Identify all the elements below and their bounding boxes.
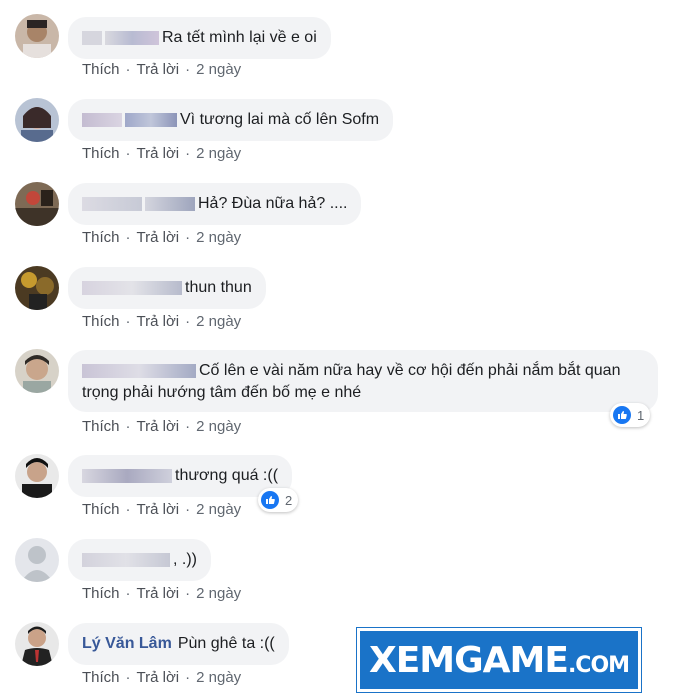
avatar[interactable]	[15, 266, 59, 310]
comment-bubble: Hả? Đùa nữa hả? ....	[68, 183, 362, 225]
comment-text: Hả? Đùa nữa hả? ....	[198, 195, 348, 212]
reply-link[interactable]: Trả lời	[137, 669, 180, 686]
reply-link[interactable]: Trả lời	[137, 61, 180, 78]
timestamp[interactable]: 2 ngày	[196, 669, 241, 686]
timestamp[interactable]: 2 ngày	[196, 585, 241, 602]
timestamp[interactable]: 2 ngày	[196, 61, 241, 78]
like-link[interactable]: Thích	[82, 229, 120, 246]
timestamp[interactable]: 2 ngày	[196, 313, 241, 330]
reply-link[interactable]: Trả lời	[137, 145, 180, 162]
timestamp[interactable]: 2 ngày	[196, 145, 241, 162]
like-link[interactable]: Thích	[82, 145, 120, 162]
avatar[interactable]	[15, 538, 59, 582]
like-link[interactable]: Thích	[82, 313, 120, 330]
comment-actions: Thích · Trả lời · 2 ngày	[82, 313, 242, 330]
timestamp[interactable]: 2 ngày	[196, 418, 241, 435]
comment-bubble: Ra tết mình lại về e oi	[68, 17, 331, 59]
comment-text: Vì tương lai mà cố lên Sofm	[180, 111, 380, 128]
comment-bubble: thun thun	[68, 267, 266, 309]
reaction-count[interactable]: 2	[258, 488, 299, 512]
comment-bubble: Cố lên e vài năm nữa hay về cơ hội đến p…	[68, 350, 658, 412]
like-link[interactable]: Thích	[82, 669, 120, 686]
avatar[interactable]	[15, 349, 59, 393]
comment-actions: Thích · Trả lời · 2 ngày	[82, 61, 242, 78]
blurred-name	[145, 196, 195, 211]
blurred-name	[82, 112, 122, 127]
timestamp[interactable]: 2 ngày	[196, 229, 241, 246]
reaction-count[interactable]: 1	[610, 403, 651, 427]
blurred-name	[82, 30, 102, 45]
commenter-name[interactable]: Lý Văn Lâm	[82, 635, 172, 652]
thumbs-up-icon	[261, 491, 279, 509]
blurred-name	[82, 552, 170, 567]
avatar[interactable]	[15, 622, 59, 666]
comment-text: Ra tết mình lại về e oi	[162, 29, 317, 46]
comment-bubble: Lý Văn Lâm Pùn ghê ta :((	[68, 623, 289, 665]
timestamp[interactable]: 2 ngày	[196, 501, 241, 518]
xemgame-logo: XEMGAME .COM	[357, 628, 641, 692]
like-link[interactable]: Thích	[82, 418, 120, 435]
like-link[interactable]: Thích	[82, 61, 120, 78]
blurred-name	[125, 112, 177, 127]
comment-actions: Thích · Trả lời · 2 ngày	[82, 669, 242, 686]
blurred-name	[82, 196, 142, 211]
comment-actions: Thích · Trả lời · 2 ngày	[82, 229, 242, 246]
avatar[interactable]	[15, 182, 59, 226]
comment-actions: Thích · Trả lời · 2 ngày	[82, 418, 242, 435]
comment-text: thun thun	[185, 279, 252, 296]
reply-link[interactable]: Trả lời	[137, 501, 180, 518]
reply-link[interactable]: Trả lời	[137, 313, 180, 330]
comment-thread: Ra tết mình lại về e oi Thích · Trả lời · 2 …	[0, 0, 700, 695]
comment-actions: Thích · Trả lời · 2 ngày	[82, 501, 242, 518]
blurred-name	[82, 280, 182, 295]
comment-bubble: thương quá :((	[68, 455, 293, 497]
reply-link[interactable]: Trả lời	[137, 229, 180, 246]
avatar[interactable]	[15, 454, 59, 498]
avatar[interactable]	[15, 98, 59, 142]
comment-actions: Thích · Trả lời · 2 ngày	[82, 145, 242, 162]
like-link[interactable]: Thích	[82, 585, 120, 602]
comment-text: thương quá :((	[175, 467, 279, 484]
comment-bubble: , .))	[68, 539, 211, 581]
blurred-name	[82, 363, 196, 378]
avatar[interactable]	[15, 14, 59, 58]
comment-actions: Thích · Trả lời · 2 ngày	[82, 585, 242, 602]
comment-text: Pùn ghê ta :((	[177, 635, 275, 652]
blurred-name	[82, 468, 172, 483]
reply-link[interactable]: Trả lời	[137, 418, 180, 435]
reply-link[interactable]: Trả lời	[137, 585, 180, 602]
blurred-name	[105, 30, 159, 45]
like-link[interactable]: Thích	[82, 501, 120, 518]
thumbs-up-icon	[613, 406, 631, 424]
comment-text: , .))	[173, 551, 197, 568]
comment-bubble: Vì tương lai mà cố lên Sofm	[68, 99, 394, 141]
